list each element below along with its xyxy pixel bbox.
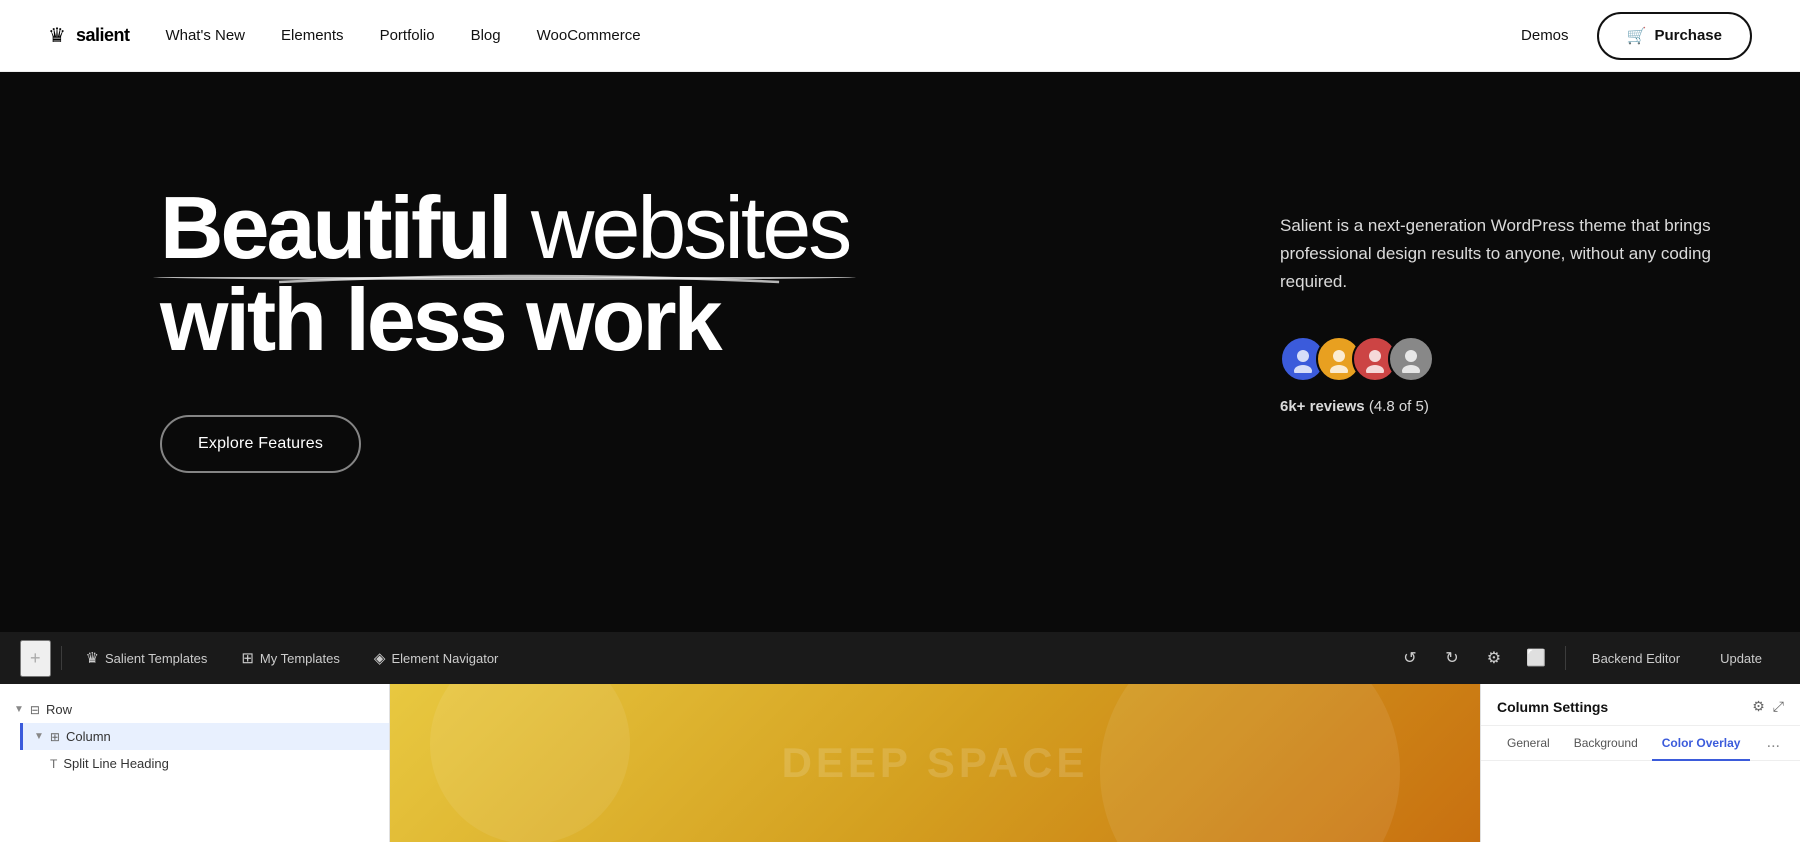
hero-section: Beautiful websites with less work Explor…: [0, 72, 1800, 632]
salient-templates-label: Salient Templates: [105, 651, 207, 666]
demos-link[interactable]: Demos: [1521, 27, 1569, 44]
settings-tabs: General Background Color Overlay ...: [1481, 726, 1800, 761]
column-settings-panel: Column Settings ⚙ ⤢ General Background C…: [1480, 684, 1800, 842]
tab-background[interactable]: Background: [1564, 726, 1648, 760]
avatars-group: [1280, 336, 1720, 382]
canvas-preview: DEEP SPACE: [390, 684, 1480, 842]
update-button[interactable]: Update: [1702, 645, 1780, 672]
editor-bar-right: ↺ ↻ ⚙ ⬜ Backend Editor Update: [1393, 641, 1780, 675]
crown-icon: ♛: [48, 23, 66, 48]
editor-panel: ▼ ⊟ Row ▼ ⊞ Column T Split Line Heading …: [0, 684, 1800, 842]
hero-title: Beautiful websites with less work: [160, 182, 849, 367]
settings-icons: ⚙ ⤢: [1752, 698, 1784, 715]
text-icon: T: [50, 757, 57, 771]
logo-text: salient: [76, 25, 130, 46]
gear-icon: ⚙: [1487, 648, 1501, 668]
redo-icon: ↻: [1445, 648, 1458, 668]
redo-button[interactable]: ↻: [1435, 641, 1469, 675]
explore-features-label: Explore Features: [198, 435, 323, 453]
undo-icon: ↺: [1403, 648, 1416, 668]
tab-general[interactable]: General: [1497, 726, 1560, 760]
tree-row-label: Row: [46, 702, 72, 717]
hero-underline-svg: [150, 268, 908, 288]
explore-features-button[interactable]: Explore Features: [160, 415, 361, 473]
nav-right: Demos 🛒 Purchase: [1521, 12, 1752, 60]
tab-color-overlay-label: Color Overlay: [1662, 736, 1741, 750]
nav-item-woocommerce[interactable]: WooCommerce: [537, 27, 641, 44]
reviews-rating: (4.8 of 5): [1369, 398, 1429, 415]
my-templates-button[interactable]: ⊞ My Templates: [227, 643, 354, 673]
canvas-decoration-circle-2: [1100, 684, 1400, 842]
hero-title-reg: websites: [509, 178, 849, 277]
hero-description: Salient is a next-generation WordPress t…: [1280, 212, 1720, 296]
element-navigator-label: Element Navigator: [391, 651, 498, 666]
layers-icon: ◈: [374, 649, 386, 667]
settings-expand-icon[interactable]: ⤢: [1773, 698, 1784, 715]
view-toggle-button[interactable]: ⬜: [1519, 641, 1553, 675]
salient-templates-button[interactable]: ♛ Salient Templates: [72, 643, 222, 673]
expand-icon: ▼: [14, 704, 24, 715]
element-navigator-button[interactable]: ◈ Element Navigator: [360, 643, 513, 673]
hero-left: Beautiful websites with less work Explor…: [160, 172, 849, 473]
add-element-button[interactable]: +: [20, 640, 51, 677]
settings-header: Column Settings ⚙ ⤢: [1481, 684, 1800, 726]
tab-general-label: General: [1507, 736, 1550, 750]
backend-editor-label: Backend Editor: [1592, 651, 1680, 666]
row-icon: ⊟: [30, 703, 40, 717]
settings-title: Column Settings: [1497, 699, 1608, 715]
tree-column[interactable]: ▼ ⊞ Column: [20, 723, 389, 750]
tab-color-overlay[interactable]: Color Overlay: [1652, 726, 1751, 760]
editor-bar: + ♛ Salient Templates ⊞ My Templates ◈ E…: [0, 632, 1800, 684]
avatar-4: [1388, 336, 1434, 382]
expand-icon-col: ▼: [34, 731, 44, 742]
tab-background-label: Background: [1574, 736, 1638, 750]
navbar: ♛ salient What's New Elements Portfolio …: [0, 0, 1800, 72]
nav-item-elements[interactable]: Elements: [281, 27, 344, 44]
tree-split-line-heading-label: Split Line Heading: [63, 756, 169, 771]
backend-editor-button[interactable]: Backend Editor: [1578, 645, 1694, 672]
my-templates-label: My Templates: [260, 651, 340, 666]
reviews-text: 6k+ reviews (4.8 of 5): [1280, 398, 1720, 415]
purchase-button[interactable]: 🛒 Purchase: [1597, 12, 1752, 60]
update-label: Update: [1720, 651, 1762, 666]
plus-icon: +: [30, 648, 41, 668]
cart-icon: 🛒: [1627, 26, 1647, 46]
column-icon: ⊞: [50, 730, 60, 744]
settings-gear-icon[interactable]: ⚙: [1752, 698, 1765, 715]
nav-item-blog[interactable]: Blog: [471, 27, 501, 44]
nav-item-whats-new[interactable]: What's New: [165, 27, 245, 44]
hero-title-bold: Beautiful: [160, 178, 509, 277]
tab-more-button[interactable]: ...: [1763, 726, 1784, 760]
separator-1: [61, 646, 62, 670]
nav-item-portfolio[interactable]: Portfolio: [380, 27, 435, 44]
settings-button[interactable]: ⚙: [1477, 641, 1511, 675]
nav-logo[interactable]: ♛ salient: [48, 23, 129, 48]
more-icon: ...: [1767, 734, 1780, 751]
undo-button[interactable]: ↺: [1393, 641, 1427, 675]
monitor-icon: ⬜: [1526, 648, 1546, 668]
nav-links: What's New Elements Portfolio Blog WooCo…: [165, 27, 640, 44]
tree-row[interactable]: ▼ ⊟ Row: [0, 696, 389, 723]
element-tree: ▼ ⊟ Row ▼ ⊞ Column T Split Line Heading: [0, 684, 390, 842]
canvas-preview-text: DEEP SPACE: [782, 739, 1089, 787]
reviews-count: 6k+ reviews: [1280, 398, 1365, 415]
purchase-label: Purchase: [1654, 27, 1722, 44]
nav-left: ♛ salient What's New Elements Portfolio …: [48, 23, 641, 48]
separator-2: [1565, 646, 1566, 670]
template-icon: ⊞: [241, 649, 254, 667]
hero-title-line1: Beautiful websites: [160, 182, 849, 274]
hero-right: Salient is a next-generation WordPress t…: [1280, 172, 1720, 415]
tree-split-line-heading[interactable]: T Split Line Heading: [36, 750, 389, 777]
crown-small-icon: ♛: [86, 649, 99, 667]
tree-column-label: Column: [66, 729, 111, 744]
canvas-preview-area: DEEP SPACE: [390, 684, 1480, 842]
canvas-decoration-circle-1: [430, 684, 630, 842]
